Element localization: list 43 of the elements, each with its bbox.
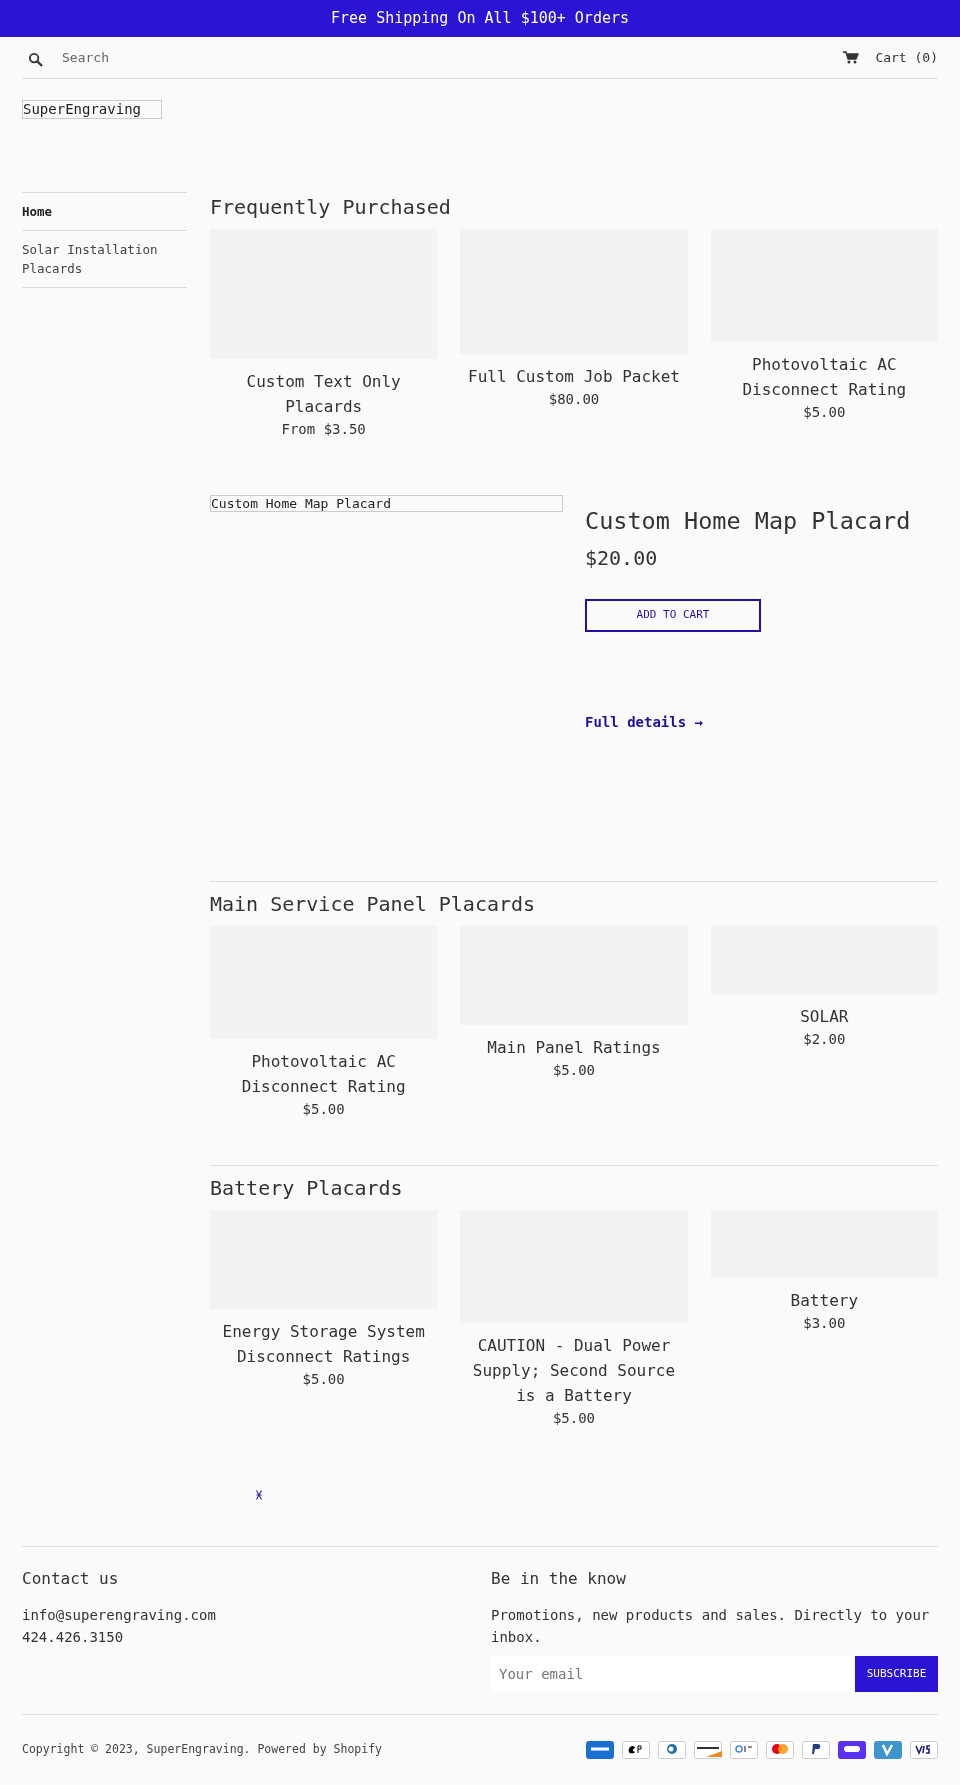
product-price: From $3.50: [280, 420, 367, 439]
product-title[interactable]: Photovoltaic AC Disconnect Rating: [710, 352, 938, 402]
contact-text: info@superengraving.com: [22, 1606, 217, 1626]
full-details-link[interactable]: Full details →: [585, 712, 703, 734]
product-title[interactable]: Battery: [710, 1288, 938, 1313]
subscribe-button[interactable]: SUBSCRIBE: [855, 1656, 938, 1693]
product-price: $80.00: [547, 390, 601, 409]
cart-icon[interactable]: [843, 51, 860, 64]
product-image-alt-text: Custom Home Map Placard: [210, 495, 563, 512]
product-price: $5.00: [551, 1061, 597, 1080]
product-title[interactable]: Photovoltaic AC Disconnect Rating: [210, 1049, 438, 1099]
sidebar-link[interactable]: Solar Installation Placards: [22, 230, 187, 287]
cross-icon[interactable]: [256, 1489, 262, 1500]
contact-text: 424.426.3150: [22, 1628, 125, 1648]
product-price: $5.00: [551, 1409, 597, 1428]
product-price: $3.00: [802, 1314, 847, 1333]
product-title[interactable]: Energy Storage System Disconnect Ratings: [210, 1319, 438, 1369]
product-price: $5.00: [802, 403, 847, 422]
footer-heading: Contact us: [22, 1569, 120, 1589]
search-field[interactable]: Search: [60, 46, 360, 69]
cart-link[interactable]: Cart (0): [875, 47, 938, 68]
product-title[interactable]: Full Custom Job Packet: [460, 364, 688, 389]
add-to-cart-button[interactable]: ADD TO CART: [585, 599, 761, 633]
product-title[interactable]: CAUTION - Dual Power Supply; Second Source is a Battery: [460, 1333, 688, 1408]
product-price: $5.00: [301, 1100, 346, 1119]
section-heading: Frequently Purchased: [210, 194, 452, 221]
section-heading: Battery Placards: [210, 1175, 404, 1202]
announcement-text: Free Shipping On All $100+ Orders: [0, 0, 960, 37]
product-title[interactable]: SOLAR: [710, 1004, 938, 1029]
copyright-text: Copyright © 2023, SuperEngraving. Powered by Shopify: [22, 1741, 383, 1759]
logo-image-alt-text[interactable]: SuperEngraving: [22, 100, 162, 119]
product-title[interactable]: Custom Text Only Placards: [210, 369, 438, 419]
section-heading: Main Service Panel Placards: [210, 891, 537, 918]
product-title: Custom Home Map Placard: [585, 507, 911, 536]
sidebar-link[interactable]: Home: [22, 192, 187, 230]
footer-heading: Be in the know: [491, 1569, 627, 1589]
product-price: $5.00: [301, 1370, 346, 1389]
search-icon[interactable]: [28, 52, 43, 67]
newsletter-text: Promotions, new products and sales. Directly to your inbox.: [491, 1606, 931, 1648]
product-price: $2.00: [802, 1030, 847, 1049]
product-title[interactable]: Main Panel Ratings: [460, 1035, 688, 1060]
email-field[interactable]: Your email: [491, 1656, 855, 1693]
product-price: $20.00: [585, 545, 658, 573]
